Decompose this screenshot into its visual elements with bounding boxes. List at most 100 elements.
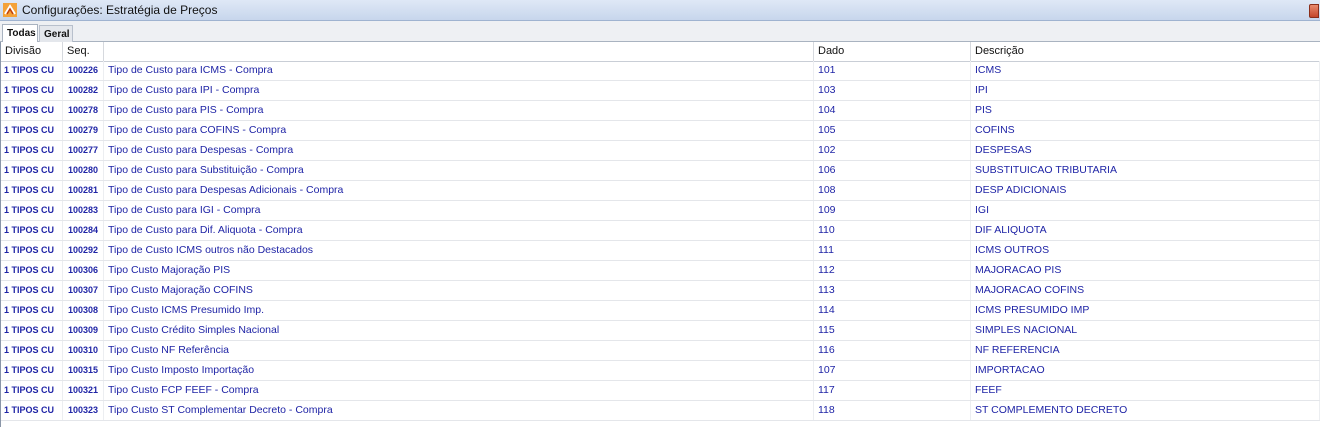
cell-descricao2: DESPESAS: [971, 141, 1320, 160]
table-row[interactable]: 1 TIPOS CU 100279 Tipo de Custo para COFIN…: [1, 121, 1320, 141]
app-icon: [3, 3, 17, 17]
table-row[interactable]: 1 TIPOS CU 100315 Tipo Custo Imposto Impor…: [1, 361, 1320, 381]
cell-seq: 100226: [63, 61, 104, 80]
cell-dado: 118: [814, 401, 971, 420]
cell-divisao: 1 TIPOS CU: [1, 121, 63, 140]
tab-bar: Todas Geral: [0, 21, 1320, 43]
cell-dado: 116: [814, 341, 971, 360]
table-row[interactable]: 1 TIPOS CU 100280 Tipo de Custo para Subst…: [1, 161, 1320, 181]
cell-divisao: 1 TIPOS CU: [1, 201, 63, 220]
cell-divisao: 1 TIPOS CU: [1, 241, 63, 260]
table-row[interactable]: 1 TIPOS CU 100283 Tipo de Custo para IGI -…: [1, 201, 1320, 221]
tab-geral[interactable]: Geral: [39, 25, 73, 42]
cell-descricao2: PIS: [971, 101, 1320, 120]
cell-dado: 102: [814, 141, 971, 160]
cell-descricao: Tipo de Custo para IGI - Compra: [104, 201, 814, 220]
cell-divisao: 1 TIPOS CU: [1, 141, 63, 160]
cell-descricao2: DIF ALIQUOTA: [971, 221, 1320, 240]
cell-divisao: 1 TIPOS CU: [1, 381, 63, 400]
cell-divisao: 1 TIPOS CU: [1, 321, 63, 340]
cell-divisao: 1 TIPOS CU: [1, 161, 63, 180]
cell-descricao: Tipo Custo NF Referência: [104, 341, 814, 360]
cell-seq: 100280: [63, 161, 104, 180]
table-row[interactable]: 1 TIPOS CU 100282 Tipo de Custo para IPI -…: [1, 81, 1320, 101]
cell-seq: 100309: [63, 321, 104, 340]
table-row[interactable]: 1 TIPOS CU 100292 Tipo de Custo ICMS outro…: [1, 241, 1320, 261]
table-row[interactable]: 1 TIPOS CU 100226 Tipo de Custo para ICMS …: [1, 61, 1320, 81]
column-header-divisao[interactable]: Divisão: [1, 42, 63, 61]
cell-seq: 100292: [63, 241, 104, 260]
cell-divisao: 1 TIPOS CU: [1, 101, 63, 120]
cell-descricao2: ICMS PRESUMIDO IMP: [971, 301, 1320, 320]
column-header-descricao2[interactable]: Descrição: [971, 42, 1320, 61]
cell-divisao: 1 TIPOS CU: [1, 221, 63, 240]
cell-seq: 100279: [63, 121, 104, 140]
table-row[interactable]: 1 TIPOS CU 100310 Tipo Custo NF Referência…: [1, 341, 1320, 361]
table-row[interactable]: 1 TIPOS CU 100323 Tipo Custo ST Complement…: [1, 401, 1320, 421]
close-button[interactable]: [1309, 4, 1319, 18]
cell-dado: 115: [814, 321, 971, 340]
cell-descricao2: DESP ADICIONAIS: [971, 181, 1320, 200]
table-row[interactable]: 1 TIPOS CU 100306 Tipo Custo Majoração PIS…: [1, 261, 1320, 281]
cell-descricao2: MAJORACAO PIS: [971, 261, 1320, 280]
tab-todas[interactable]: Todas: [2, 24, 38, 43]
cell-divisao: 1 TIPOS CU: [1, 341, 63, 360]
column-header-seq[interactable]: Seq.: [63, 42, 104, 61]
cell-descricao2: IGI: [971, 201, 1320, 220]
cell-descricao2: MAJORACAO COFINS: [971, 281, 1320, 300]
cell-descricao2: ICMS OUTROS: [971, 241, 1320, 260]
cell-descricao2: IPI: [971, 81, 1320, 100]
cell-divisao: 1 TIPOS CU: [1, 281, 63, 300]
column-header-dado[interactable]: Dado: [814, 42, 971, 61]
window-title: Configurações: Estratégia de Preços: [22, 3, 218, 17]
table-row[interactable]: 1 TIPOS CU 100277 Tipo de Custo para Despe…: [1, 141, 1320, 161]
cell-divisao: 1 TIPOS CU: [1, 181, 63, 200]
table-row[interactable]: 1 TIPOS CU 100309 Tipo Custo Crédito Simpl…: [1, 321, 1320, 341]
cell-divisao: 1 TIPOS CU: [1, 401, 63, 420]
cell-descricao: Tipo de Custo para Dif. Aliquota - Compr…: [104, 221, 814, 240]
cell-dado: 109: [814, 201, 971, 220]
cell-descricao: Tipo de Custo para Despesas - Compra: [104, 141, 814, 160]
cell-descricao2: FEEF: [971, 381, 1320, 400]
table-row[interactable]: 1 TIPOS CU 100284 Tipo de Custo para Dif. …: [1, 221, 1320, 241]
cell-seq: 100281: [63, 181, 104, 200]
cell-descricao2: SUBSTITUICAO TRIBUTARIA: [971, 161, 1320, 180]
table-row[interactable]: 1 TIPOS CU 100321 Tipo Custo FCP FEEF - Co…: [1, 381, 1320, 401]
cell-seq: 100310: [63, 341, 104, 360]
cell-seq: 100321: [63, 381, 104, 400]
grid-header: Divisão Seq. Dado Descrição: [1, 42, 1320, 62]
cell-descricao: Tipo de Custo ICMS outros não Destacados: [104, 241, 814, 260]
table-row[interactable]: 1 TIPOS CU 100307 Tipo Custo Majoração COF…: [1, 281, 1320, 301]
table-row[interactable]: 1 TIPOS CU 100278 Tipo de Custo para PIS -…: [1, 101, 1320, 121]
cell-seq: 100323: [63, 401, 104, 420]
cell-dado: 104: [814, 101, 971, 120]
cell-dado: 108: [814, 181, 971, 200]
cell-dado: 112: [814, 261, 971, 280]
table-row[interactable]: 1 TIPOS CU 100308 Tipo Custo ICMS Presumid…: [1, 301, 1320, 321]
table-row[interactable]: 1 TIPOS CU 100281 Tipo de Custo para Despe…: [1, 181, 1320, 201]
cell-descricao: Tipo de Custo para PIS - Compra: [104, 101, 814, 120]
cell-dado: 110: [814, 221, 971, 240]
cell-divisao: 1 TIPOS CU: [1, 61, 63, 80]
cell-dado: 111: [814, 241, 971, 260]
cell-seq: 100278: [63, 101, 104, 120]
cell-dado: 114: [814, 301, 971, 320]
cell-seq: 100315: [63, 361, 104, 380]
cell-divisao: 1 TIPOS CU: [1, 361, 63, 380]
cell-descricao: Tipo Custo FCP FEEF - Compra: [104, 381, 814, 400]
cell-dado: 107: [814, 361, 971, 380]
cell-descricao2: NF REFERENCIA: [971, 341, 1320, 360]
cell-divisao: 1 TIPOS CU: [1, 261, 63, 280]
cell-seq: 100277: [63, 141, 104, 160]
cell-seq: 100306: [63, 261, 104, 280]
cell-descricao: Tipo de Custo para Substituição - Compra: [104, 161, 814, 180]
cell-descricao2: IMPORTACAO: [971, 361, 1320, 380]
title-bar: Configurações: Estratégia de Preços: [0, 0, 1320, 21]
cell-divisao: 1 TIPOS CU: [1, 301, 63, 320]
cell-dado: 105: [814, 121, 971, 140]
cell-descricao: Tipo Custo ST Complementar Decreto - Com…: [104, 401, 814, 420]
cell-seq: 100307: [63, 281, 104, 300]
cell-descricao: Tipo Custo Crédito Simples Nacional: [104, 321, 814, 340]
data-grid: Divisão Seq. Dado Descrição 1 TIPOS CU 10…: [0, 42, 1320, 427]
column-header-descricao[interactable]: [104, 42, 814, 61]
